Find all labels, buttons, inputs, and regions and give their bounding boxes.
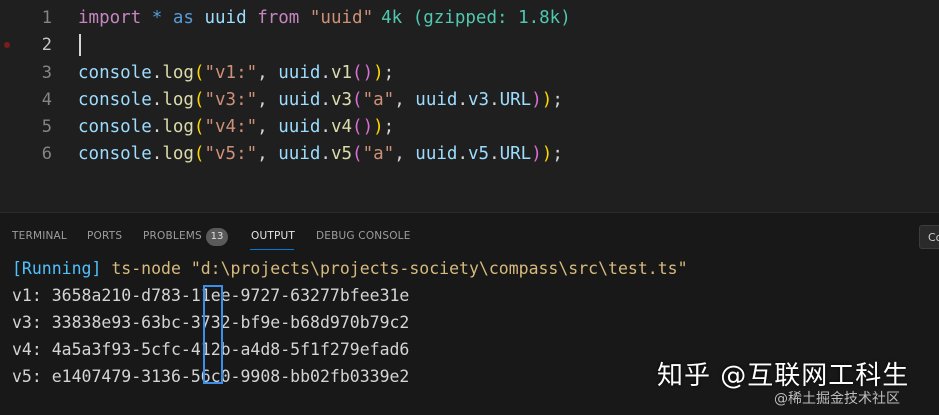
text-cursor [79,34,81,56]
code-text: console.log("v5:", uuid.v5("a", uuid.v5.… [78,144,563,164]
code-line-2[interactable]: 2 [0,31,939,59]
line-number: 3 [41,63,52,83]
output-channel-select[interactable]: Co [919,225,939,249]
code-line-3[interactable]: 3 console.log("v1:", uuid.v1()); [0,59,939,87]
code-line-5[interactable]: 5 console.log("v4:", uuid.v4()); [0,113,939,141]
import-cost-hint: 4k (gzipped: 1.8k) [381,8,571,28]
code-text: console.log("v3:", uuid.v3("a", uuid.v3.… [78,90,563,110]
code-line-1[interactable]: 1 import * as uuid from "uuid" 4k (gzippe… [0,4,939,32]
line-number: 1 [41,8,52,28]
code-text [78,31,81,59]
code-text: console.log("v4:", uuid.v4()); [78,117,395,137]
line-number: 5 [41,117,52,137]
tab-debug-console[interactable]: DEBUG CONSOLE [316,230,411,242]
active-tab-indicator [250,249,294,250]
output-running-line: [Running] ts-node "d:\projects\projects-… [12,255,688,283]
code-text: console.log("v1:", uuid.v1()); [78,63,395,83]
code-line-4[interactable]: 4 console.log("v3:", uuid.v3("a", uuid.v… [0,86,939,114]
code-editor[interactable]: 1 import * as uuid from "uuid" 4k (gzippe… [0,0,939,212]
running-tag: [Running] [12,259,102,278]
run-command: ts-node "d:\projects\projects-society\co… [111,259,688,278]
juejin-watermark: @稀土掘金技术社区 [774,391,900,407]
problems-count-badge: 13 [206,228,228,246]
tab-problems[interactable]: PROBLEMS [143,230,202,242]
tab-output[interactable]: OUTPUT [251,230,295,242]
version-digit-highlight-box [203,285,223,384]
panel-tabs: TERMINAL PORTS PROBLEMS 13 OUTPUT DEBUG … [0,213,939,261]
line-number: 2 [41,35,52,55]
tab-ports[interactable]: PORTS [87,230,122,242]
code-text: import * as uuid from "uuid" 4k (gzipped:… [78,8,571,28]
tab-terminal[interactable]: TERMINAL [12,230,67,242]
zhihu-watermark: 知乎 @互联网工科生 [657,361,910,391]
line-number: 6 [41,144,52,164]
line-number: 4 [41,90,52,110]
code-line-6[interactable]: 6 console.log("v5:", uuid.v5("a", uuid.v… [0,140,939,168]
